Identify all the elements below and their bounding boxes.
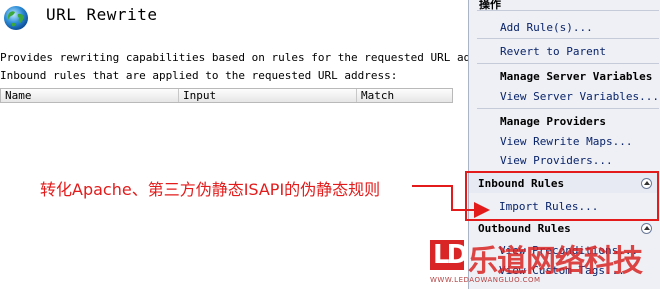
collapse-outbound-icon[interactable] — [641, 223, 652, 234]
divider — [477, 38, 659, 39]
view-providers-link[interactable]: View Providers... — [500, 154, 613, 167]
column-header-match[interactable]: Match — [357, 89, 452, 102]
globe-icon — [4, 6, 28, 30]
watermark-mark: LD — [430, 240, 468, 270]
highlight-box — [465, 171, 659, 221]
annotation-text: 转化Apache、第三方伪静态ISAPI的伪静态规则 — [40, 180, 381, 199]
outbound-rules-header: Outbound Rules — [478, 222, 571, 235]
watermark-name: 乐道网络科技 — [468, 244, 643, 279]
add-rules-link[interactable]: Add Rule(s)... — [500, 21, 593, 34]
view-rewrite-maps-link[interactable]: View Rewrite Maps... — [500, 135, 632, 148]
watermark-logo: LD 乐道网络科技 WWW.LEDAOWANGLUO.COM — [430, 236, 660, 289]
manage-providers-header: Manage Providers — [500, 115, 606, 128]
manage-server-variables-header: Manage Server Variables — [500, 70, 653, 83]
feature-description: Provides rewriting capabilities based on… — [0, 51, 504, 64]
column-header-input[interactable]: Input — [179, 89, 357, 102]
page-title: URL Rewrite — [46, 5, 158, 24]
divider — [477, 63, 659, 64]
rules-grid-header: Name Input Match — [0, 88, 453, 103]
divider — [477, 108, 659, 109]
divider — [477, 10, 659, 11]
view-server-variables-link[interactable]: View Server Variables... — [500, 90, 659, 103]
column-header-name[interactable]: Name — [1, 89, 179, 102]
url-rewrite-feature-page: URL Rewrite Provides rewriting capabilit… — [0, 0, 503, 289]
inbound-rules-label: Inbound rules that are applied to the re… — [0, 69, 398, 82]
watermark-sub: WWW.LEDAOWANGLUO.COM — [430, 276, 541, 284]
revert-to-parent-link[interactable]: Revert to Parent — [500, 45, 606, 58]
